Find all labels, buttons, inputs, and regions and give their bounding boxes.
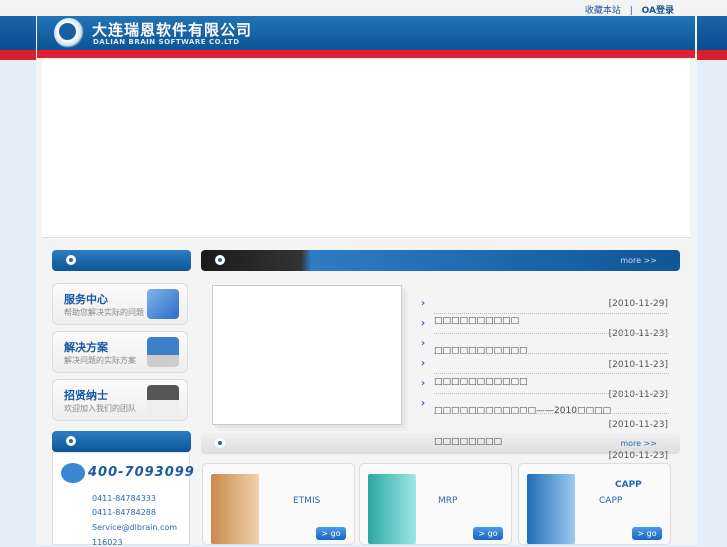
- product-card-mrp[interactable]: MRP > go: [359, 463, 512, 545]
- phone-icon: [61, 463, 85, 483]
- news-title[interactable]: □□□□□□□□□□□□——2010□□□□: [434, 406, 611, 416]
- cube-icon: [147, 289, 179, 319]
- bookmark-link[interactable]: 收藏本站: [585, 6, 621, 16]
- company-name: 大连瑞恩软件有限公司: [92, 21, 253, 39]
- card-subtitle: 欢迎加入我们的团队: [64, 404, 136, 413]
- logo-icon[interactable]: [54, 18, 84, 48]
- news-date: [2010-11-23]: [608, 329, 668, 339]
- service-center-card[interactable]: 服务中心 帮助您解决实际的问题: [52, 283, 188, 325]
- company-name-en: DALIAN BRAIN SOFTWARE CO.LTD: [93, 38, 240, 46]
- oa-login-link[interactable]: OA登录: [642, 6, 674, 16]
- bullet-icon: [66, 436, 76, 446]
- news-date: [2010-11-29]: [608, 299, 668, 309]
- email-link[interactable]: Service@dlbrain.com: [92, 523, 177, 532]
- contact-section-bar: [52, 431, 191, 452]
- arrow-icon: ›: [421, 298, 426, 309]
- postcode: 116023: [92, 538, 123, 547]
- divider: [434, 353, 669, 354]
- news-photo: [212, 285, 402, 425]
- hotline: 400-7093099: [88, 465, 195, 480]
- graduation-cap-icon: [147, 385, 179, 415]
- product-name: MRP: [438, 496, 458, 506]
- arrow-icon: ›: [421, 318, 426, 329]
- news-title[interactable]: □□□□□□□□□□□: [434, 346, 528, 356]
- arrow-icon: ›: [421, 358, 426, 369]
- card-title: 招贤纳士: [64, 389, 108, 402]
- phone-2: 0411-84784288: [92, 508, 156, 517]
- product-heading: CAPP: [615, 480, 642, 490]
- arrow-icon: ›: [421, 338, 426, 349]
- product-box-image: [211, 474, 259, 544]
- go-button[interactable]: > go: [316, 527, 346, 540]
- news-more-link[interactable]: more >>: [620, 256, 657, 265]
- go-button[interactable]: > go: [473, 527, 503, 540]
- divider: [434, 333, 669, 334]
- card-subtitle: 帮助您解决实际的问题: [64, 308, 144, 317]
- product-box-image: [527, 474, 575, 544]
- news-date: [2010-11-23]: [608, 420, 668, 430]
- card-subtitle: 解决问题的实际方案: [64, 356, 136, 365]
- phone-1: 0411-84784333: [92, 494, 156, 503]
- divider: [434, 393, 669, 394]
- left-section-bar: [52, 250, 191, 271]
- product-card-capp[interactable]: CAPP CAPP > go: [518, 463, 671, 545]
- product-name: ETMIS: [293, 496, 321, 506]
- news-title[interactable]: □□□□□□□□□□□: [434, 377, 528, 387]
- news-title[interactable]: □□□□□□□□: [434, 437, 502, 447]
- header-red-stripe: [37, 50, 695, 58]
- card-title: 解决方案: [64, 341, 108, 354]
- news-date: [2010-11-23]: [608, 451, 668, 461]
- product-box-image: [368, 474, 416, 544]
- product-name: CAPP: [599, 496, 623, 506]
- news-date: [2010-11-23]: [608, 390, 668, 400]
- divider: [434, 373, 669, 374]
- recruitment-card[interactable]: 招贤纳士 欢迎加入我们的团队: [52, 379, 188, 421]
- arrow-icon: ›: [421, 398, 426, 409]
- product-card-etmis[interactable]: ETMIS > go: [202, 463, 355, 545]
- banner: [42, 60, 690, 238]
- bullet-icon: [66, 255, 76, 265]
- computer-icon: [147, 337, 179, 367]
- divider: [434, 413, 669, 414]
- card-title: 服务中心: [64, 293, 108, 306]
- news-date: [2010-11-23]: [608, 360, 668, 370]
- news-bar: more >>: [201, 250, 680, 271]
- bullet-icon: [215, 255, 225, 265]
- news-title[interactable]: □□□□□□□□□□: [434, 316, 519, 326]
- solutions-card[interactable]: 解决方案 解决问题的实际方案: [52, 331, 188, 373]
- top-links: 收藏本站 | OA登录: [582, 3, 677, 16]
- products-more-link[interactable]: more >>: [620, 439, 657, 448]
- go-button[interactable]: > go: [632, 527, 662, 540]
- arrow-icon: ›: [421, 378, 426, 389]
- bullet-icon: [215, 438, 225, 448]
- divider: [434, 313, 669, 314]
- separator: |: [629, 6, 633, 16]
